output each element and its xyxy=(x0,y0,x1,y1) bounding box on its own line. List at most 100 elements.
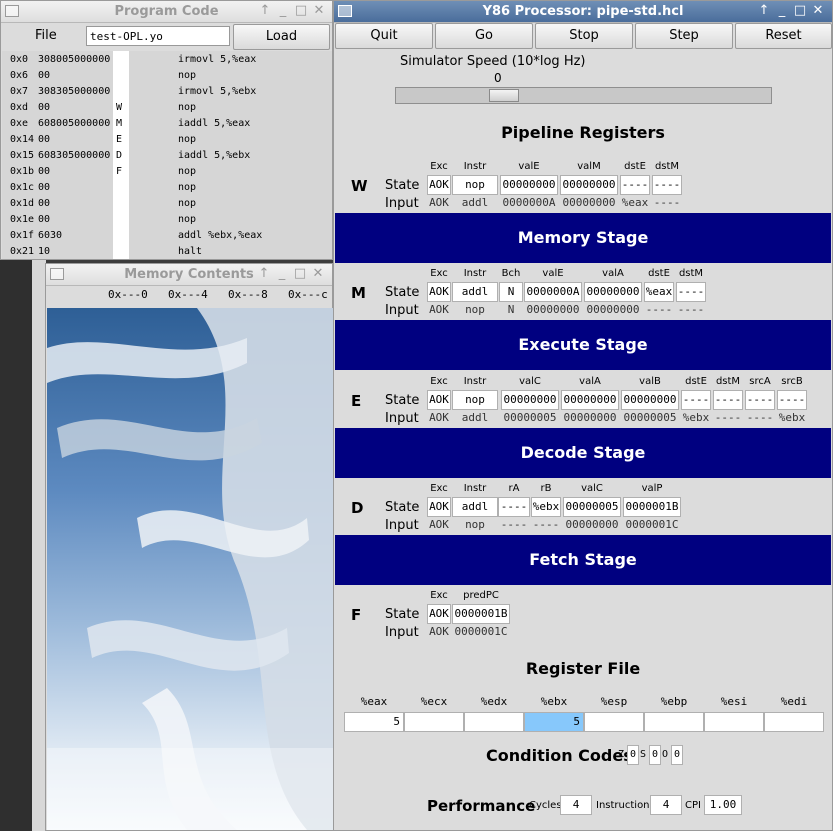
program-line-instr: nop xyxy=(178,134,197,145)
program-line-instr: iaddl 5,%ebx xyxy=(178,150,251,161)
minimize-icon[interactable]: _ xyxy=(274,266,290,281)
memory-area-wallpaper xyxy=(47,308,333,830)
m-state-vale: 0000000A xyxy=(524,282,582,302)
speed-slider[interactable] xyxy=(395,87,772,104)
e-state-srca: ---- xyxy=(745,390,775,410)
condition-codes-title: Condition Codes xyxy=(486,746,633,765)
go-button[interactable]: Go xyxy=(435,23,533,49)
w-state-vale: 00000000 xyxy=(500,175,558,195)
program-line-addr: 0xe xyxy=(10,118,29,129)
memory-contents-titlebar[interactable]: Memory Contents ↑ _ □ ✕ xyxy=(46,264,332,286)
f-state-predpc: 0000001B xyxy=(452,604,510,624)
program-line-instr: nop xyxy=(178,166,197,177)
w-state-exc: AOK xyxy=(427,175,451,195)
register-file-title: Register File xyxy=(525,659,641,678)
program-line-stage: D xyxy=(116,150,123,161)
program-line-addr: 0x1c xyxy=(10,182,35,193)
m-input-label: Input xyxy=(385,303,419,318)
program-line-addr: 0x1f xyxy=(10,230,35,241)
reg-value-ebx: 5 xyxy=(524,712,584,732)
d-header-valp: valP xyxy=(641,483,663,494)
d-input-valc: 00000000 xyxy=(565,518,619,531)
stop-button[interactable]: Stop xyxy=(535,23,633,49)
program-code-titlebar[interactable]: Program Code ↑ _ □ ✕ xyxy=(1,1,332,23)
e-header-valc: valC xyxy=(519,376,541,387)
memory-col-c: 0x---c xyxy=(288,288,328,301)
program-line: 0x15 608305000000 Diaddl 5,%ebx xyxy=(2,149,332,165)
close-icon[interactable]: ✕ xyxy=(311,3,327,18)
program-code-window: Program Code ↑ _ □ ✕ File Load 0x0 308005… xyxy=(0,0,333,260)
pin-icon[interactable]: ↑ xyxy=(756,3,772,18)
m-state-instr: addl xyxy=(452,282,498,302)
w-register-label: W xyxy=(351,177,368,195)
step-button[interactable]: Step xyxy=(635,23,733,49)
program-line-stage: M xyxy=(116,118,123,129)
speed-label: Simulator Speed (10*log Hz) xyxy=(400,54,586,69)
d-state-ra: ---- xyxy=(498,497,530,517)
m-header-instr: Instr xyxy=(463,268,487,279)
program-line-addr: 0x6 xyxy=(10,70,29,81)
reset-button[interactable]: Reset xyxy=(735,23,832,49)
program-line: 0x1d 00 nop xyxy=(2,197,332,213)
close-icon[interactable]: ✕ xyxy=(810,3,826,18)
program-line-code: 00 xyxy=(38,166,51,177)
cpi-field: 1.00 xyxy=(704,795,742,815)
program-line-code: 608005000000 xyxy=(38,118,111,129)
program-line-addr: 0x21 xyxy=(10,246,35,257)
program-line-instr: nop xyxy=(178,214,197,225)
minimize-icon[interactable]: _ xyxy=(275,3,291,18)
desktop-panel-edge xyxy=(32,260,46,831)
f-input-predpc: 0000001C xyxy=(454,625,508,638)
execute-stage-banner: Execute Stage xyxy=(335,320,831,370)
e-header-instr: Instr xyxy=(463,376,487,387)
pin-icon[interactable]: ↑ xyxy=(257,3,273,18)
program-line-code: 308305000000 xyxy=(38,86,111,97)
program-line-instr: irmovl 5,%eax xyxy=(178,54,257,65)
w-header-instr: Instr xyxy=(463,161,487,172)
reg-value-edi xyxy=(764,712,824,732)
e-register-label: E xyxy=(351,392,362,410)
w-header-vale: valE xyxy=(518,161,540,172)
pin-icon[interactable]: ↑ xyxy=(256,266,272,281)
program-line: 0x6 00 nop xyxy=(2,69,332,85)
e-input-instr: addl xyxy=(461,411,489,424)
cc-value-o: 0 xyxy=(671,745,683,765)
e-header-srcb: srcB xyxy=(781,376,803,387)
performance-row: Performance Cycles 4 Instructions 4 CPI … xyxy=(334,795,833,819)
d-input-valp: 0000001C xyxy=(625,518,679,531)
e-state-srcb: ---- xyxy=(777,390,807,410)
maximize-icon[interactable]: □ xyxy=(293,3,309,18)
d-state-label: State xyxy=(385,500,420,515)
d-state-exc: AOK xyxy=(427,497,451,517)
m-state-dstm: ---- xyxy=(676,282,706,302)
reg-value-eax: 5 xyxy=(344,712,404,732)
maximize-icon[interactable]: □ xyxy=(292,266,308,281)
minimize-icon[interactable]: _ xyxy=(774,3,790,18)
file-input[interactable] xyxy=(86,26,230,46)
d-state-rb: %ebx xyxy=(531,497,561,517)
d-state-valc: 00000005 xyxy=(563,497,621,517)
cc-label-z: Z xyxy=(618,749,625,760)
program-line-addr: 0x1b xyxy=(10,166,35,177)
memory-stage-banner: Memory Stage xyxy=(335,213,831,263)
program-line-code: 00 xyxy=(38,198,51,209)
program-line-addr: 0x1e xyxy=(10,214,35,225)
program-line-code: 00 xyxy=(38,102,51,113)
speed-value: 0 xyxy=(494,71,502,85)
load-button[interactable]: Load xyxy=(233,24,330,50)
maximize-icon[interactable]: □ xyxy=(792,3,808,18)
program-line-instr: irmovl 5,%ebx xyxy=(178,86,257,97)
speed-slider-thumb[interactable] xyxy=(489,89,519,102)
close-icon[interactable]: ✕ xyxy=(310,266,326,281)
memory-col-8: 0x---8 xyxy=(228,288,268,301)
program-line-stage: E xyxy=(116,134,123,145)
program-line-code: 00 xyxy=(38,134,51,145)
quit-button[interactable]: Quit xyxy=(335,23,433,49)
program-line-addr: 0x14 xyxy=(10,134,35,145)
cc-label-s: S xyxy=(640,749,647,760)
w-state-dstm: ---- xyxy=(652,175,682,195)
m-header-vale: valE xyxy=(542,268,564,279)
program-line: 0x1b 00 Fnop xyxy=(2,165,332,181)
processor-titlebar[interactable]: Y86 Processor: pipe-std.hcl ↑ _ □ ✕ xyxy=(334,1,832,23)
program-line-code: 10 xyxy=(38,246,51,257)
